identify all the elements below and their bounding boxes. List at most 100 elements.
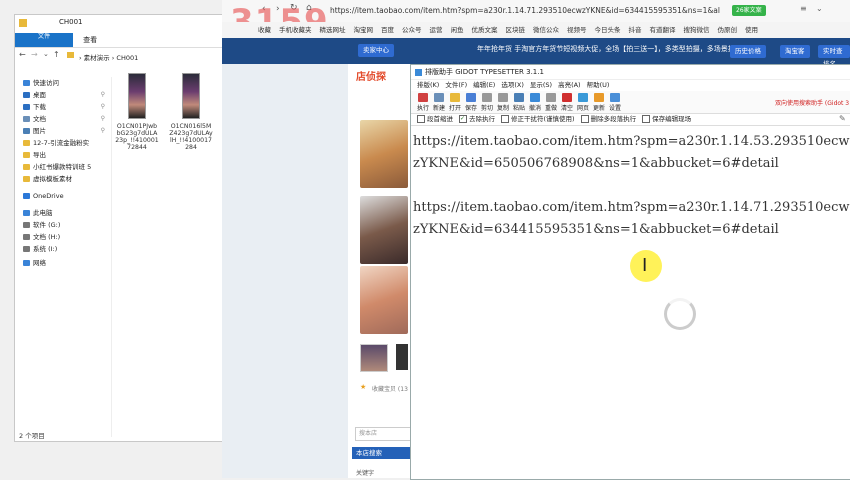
file-item[interactable]: O1CN01PJwbbG23g7dULA23p_!!41000172844	[115, 73, 159, 151]
menu-item[interactable]: 显示(S)	[530, 79, 552, 91]
thumbnail-image[interactable]	[360, 344, 388, 372]
rank-check-button[interactable]: 实时查排名	[818, 45, 850, 68]
bookmark-item[interactable]: 收藏	[258, 22, 271, 38]
bookmark-item[interactable]: 伪原创	[718, 22, 738, 38]
ribbon-tab-view[interactable]: 查看	[76, 33, 104, 47]
pencil-icon[interactable]: ✎	[839, 114, 846, 123]
toolbar-button[interactable]: 执行	[415, 93, 431, 112]
file-item[interactable]: O1CN016l5MZ423g7dULAylH_!!4100017284	[169, 73, 213, 151]
ribbon-tab-file[interactable]: 文件	[15, 33, 73, 47]
explorer-address-bar[interactable]: ← → ⌄ ↑ › 素材演示 › CH001	[15, 49, 224, 63]
product-image[interactable]	[360, 120, 408, 188]
up-arrow-icon[interactable]: ↑	[53, 50, 60, 59]
toolbar-button[interactable]: 新建	[431, 93, 447, 112]
bookmark-item[interactable]: 抖音	[629, 22, 642, 38]
nav-item[interactable]: OneDrive	[15, 190, 111, 202]
url-bar[interactable]: https://item.taobao.com/item.htm?spm=a23…	[326, 4, 730, 18]
status-bar-text: 2 个项目	[19, 432, 45, 440]
bookmark-item[interactable]: 淘宝网	[354, 22, 374, 38]
nav-item-label: 软件 (G:)	[33, 221, 61, 229]
toolbar-button[interactable]: 撤消	[527, 93, 543, 112]
nav-item[interactable]: 虚拟模板素材	[15, 173, 111, 185]
pin-icon[interactable]: ⚲	[101, 113, 105, 125]
option-checkbox[interactable]: ✓	[459, 115, 467, 123]
menu-bar: 排版(K) 文件(F) 编辑(E) 选项(X) 显示(S) 高亮(A) 帮助(U)	[411, 79, 850, 91]
bookmark-item[interactable]: 公众号	[402, 22, 422, 38]
nav-item[interactable]: 文档 (H:)	[15, 231, 111, 243]
bookmark-item[interactable]: 闲鱼	[451, 22, 464, 38]
menu-icon[interactable]: ≡	[800, 4, 807, 13]
menu-item[interactable]: 高亮(A)	[558, 79, 581, 91]
nav-item[interactable]: 小红书爆款特训班 5	[15, 161, 111, 173]
chevron-down-icon[interactable]: ⌄	[816, 4, 823, 13]
nav-item[interactable]: 网络	[15, 257, 111, 269]
file-explorer-window: CH001 文件 主页 共享 查看 ← → ⌄ ↑ › 素材演示 › CH001…	[14, 14, 225, 442]
nav-item[interactable]: 文档 ⚲	[15, 113, 111, 125]
breadcrumb-item[interactable]: CH001	[116, 54, 138, 62]
product-image[interactable]	[360, 266, 408, 334]
nav-item[interactable]: 图片 ⚲	[15, 125, 111, 137]
back-arrow-icon[interactable]: ←	[19, 50, 26, 59]
bookmark-item[interactable]: 有道翻译	[650, 22, 676, 38]
nav-item[interactable]: 快速访问	[15, 77, 111, 89]
toolbar-button[interactable]: 保存	[463, 93, 479, 112]
menu-item[interactable]: 帮助(U)	[587, 79, 610, 91]
favorite-count[interactable]: 收藏宝贝 (13	[372, 384, 408, 393]
nav-item[interactable]: 此电脑	[15, 207, 111, 219]
bookmark-item[interactable]: 微信公众	[533, 22, 559, 38]
menu-item[interactable]: 文件(F)	[445, 79, 467, 91]
bookmark-item[interactable]: 百度	[381, 22, 394, 38]
bookmark-item[interactable]: 今日头条	[595, 22, 621, 38]
nav-item[interactable]: 导出	[15, 149, 111, 161]
bookmark-item[interactable]: 视频号	[567, 22, 587, 38]
product-image[interactable]	[360, 196, 408, 264]
menu-item[interactable]: 选项(X)	[501, 79, 524, 91]
breadcrumb[interactable]: › 素材演示 › CH001	[79, 52, 138, 62]
bookmark-item[interactable]: 搜狗微信	[684, 22, 710, 38]
forward-arrow-icon[interactable]: →	[31, 50, 38, 59]
pin-icon[interactable]: ⚲	[101, 89, 105, 101]
star-icon[interactable]: ★	[360, 383, 366, 391]
promo-banner[interactable]: 年年抢年货 手淘官方年货节短视频大促，全场【拍三送一】，多类型拍摄，多场景投放	[477, 44, 742, 54]
toolbar-button[interactable]: 重做	[543, 93, 559, 112]
thumbnail-image[interactable]	[396, 344, 408, 370]
taobaoke-button[interactable]: 淘宝客	[780, 45, 810, 58]
nav-item[interactable]: 软件 (G:)	[15, 219, 111, 231]
nav-item[interactable]: 桌面 ⚲	[15, 89, 111, 101]
nav-item[interactable]: 12-7-引流金融粉实	[15, 137, 111, 149]
shop-search-header[interactable]: 本店搜索	[352, 447, 416, 459]
text-editor[interactable]: https://item.taobao.com/item.htm?spm=a23…	[411, 125, 850, 479]
nav-item[interactable]: 下载 ⚲	[15, 101, 111, 113]
chevron-down-icon[interactable]: ⌄	[43, 50, 49, 58]
shop-search-input[interactable]: 搜本店	[355, 427, 412, 441]
toolbar-button[interactable]: 打开	[447, 93, 463, 112]
bookmark-item[interactable]: 精选网址	[320, 22, 346, 38]
menu-item[interactable]: 编辑(E)	[473, 79, 495, 91]
seller-center-button[interactable]: 卖家中心	[358, 44, 394, 57]
toolbar-button[interactable]: 设置	[607, 93, 623, 112]
toolbar-button[interactable]: 更新	[591, 93, 607, 112]
option-checkbox[interactable]	[501, 115, 509, 123]
option-checkbox[interactable]	[580, 115, 589, 123]
toolbar-button[interactable]: 复制	[495, 93, 511, 112]
toolbar-button[interactable]: 网页	[575, 93, 591, 112]
bookmark-item[interactable]: 手机收藏夹	[279, 22, 312, 38]
toolbar-button[interactable]: 粘贴	[511, 93, 527, 112]
pin-icon[interactable]: ⚲	[101, 125, 105, 137]
menu-item[interactable]: 排版(K)	[417, 79, 439, 91]
bookmark-item[interactable]: 优质文案	[472, 22, 498, 38]
bookmark-item[interactable]: 区块链	[506, 22, 526, 38]
promo-link[interactable]: 双向使用搜索助手 (Gidot 3	[775, 98, 849, 107]
toolbar-button[interactable]: 清空	[559, 93, 575, 112]
nav-item[interactable]: 系统 (I:)	[15, 243, 111, 255]
video-thumbnail	[182, 73, 200, 119]
option-checkbox[interactable]	[642, 115, 651, 123]
bookmark-item[interactable]: 运营	[430, 22, 443, 38]
pin-icon[interactable]: ⚲	[101, 101, 105, 113]
price-history-button[interactable]: 历史价格	[730, 45, 766, 58]
breadcrumb-item[interactable]: 素材演示	[84, 54, 110, 62]
bookmark-item[interactable]: 使用	[745, 22, 758, 38]
toolbar-button[interactable]: 剪切	[479, 93, 495, 112]
extension-badge[interactable]: 26家文案	[732, 5, 766, 16]
option-checkbox[interactable]	[417, 115, 425, 123]
